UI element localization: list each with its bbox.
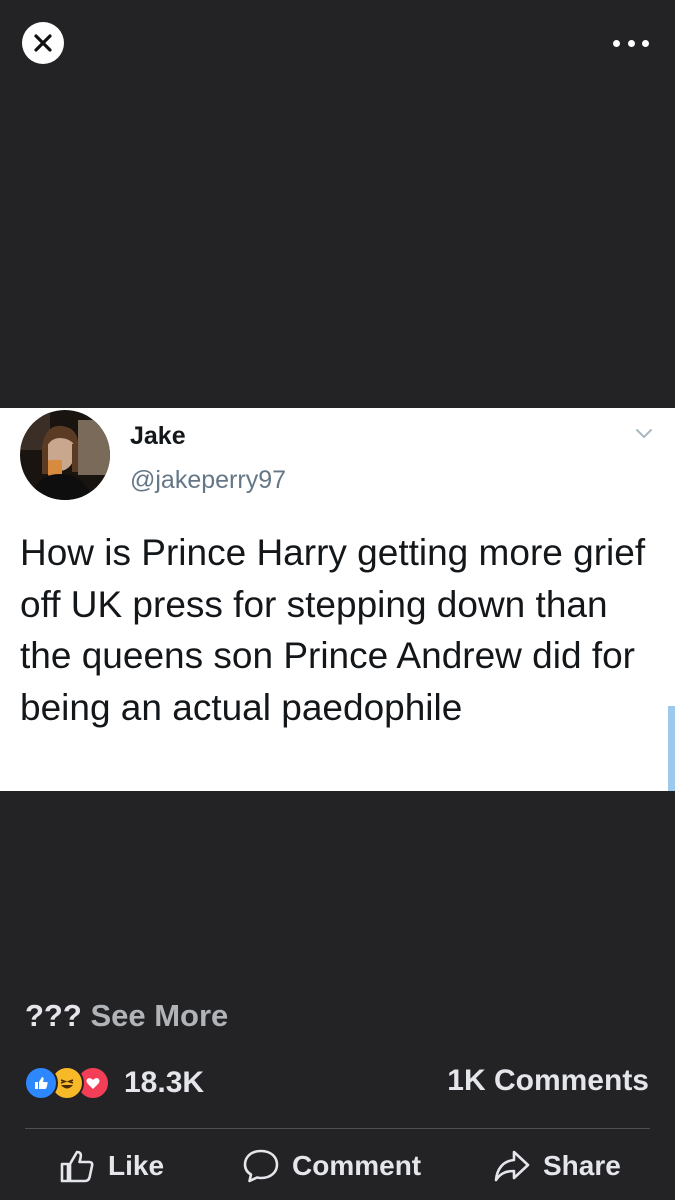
chevron-down-icon [636,429,652,439]
comments-count-link[interactable]: 1K Comments [447,1064,649,1098]
reaction-count: 18.3K [124,1066,205,1099]
comment-button[interactable]: Comment [242,1146,421,1186]
reactions-summary[interactable]: 18.3K [24,1066,204,1100]
comment-icon [243,1149,279,1183]
close-button[interactable] [22,22,64,64]
more-options-button[interactable] [613,34,649,52]
see-more-link[interactable]: See More [90,998,228,1033]
like-reaction-icon [24,1066,58,1100]
close-icon [34,34,52,52]
thumbs-up-icon [60,1150,94,1183]
caption-text: ??? [25,998,82,1033]
post-caption: ??? See More [25,998,228,1034]
share-icon [494,1150,530,1182]
scroll-indicator [668,706,675,791]
tweet-author-name: Jake [130,422,186,450]
like-label: Like [108,1150,165,1181]
comment-label: Comment [292,1150,422,1181]
more-dots-icon [613,39,620,47]
like-button[interactable]: Like [58,1146,164,1186]
avatar [20,410,110,500]
share-button[interactable]: Share [493,1146,621,1186]
tweet-text: How is Prince Harry getting more grief o… [20,532,646,728]
divider [25,1128,650,1129]
tweet-author-handle: @jakeperry97 [130,466,287,494]
share-label: Share [543,1150,621,1181]
